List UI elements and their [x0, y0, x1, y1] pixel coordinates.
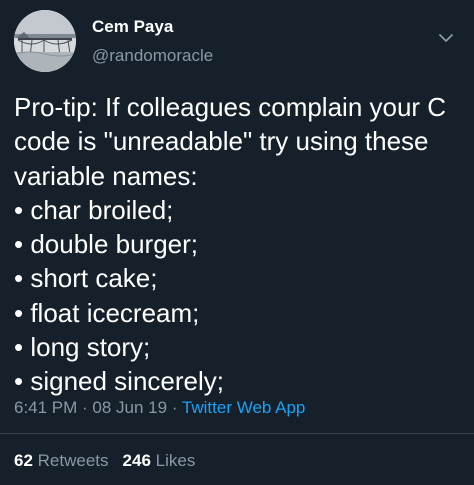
tweet-text-line: • double burger;: [14, 229, 199, 260]
retweets-stat[interactable]: 62 Retweets: [14, 451, 109, 470]
divider: [0, 433, 474, 434]
likes-count: 246: [122, 451, 151, 470]
avatar-image: [14, 10, 76, 72]
author-name[interactable]: Cem Paya: [92, 17, 173, 37]
tweet-date[interactable]: 08 Jun 19: [92, 398, 167, 417]
chevron-down-icon[interactable]: [436, 28, 456, 48]
tweet-text-line: • short cake;: [14, 263, 158, 294]
tweet-stats: 62 Retweets 246 Likes: [14, 451, 195, 471]
avatar[interactable]: [14, 10, 76, 72]
tweet-text-line: • long story;: [14, 332, 151, 363]
author-handle[interactable]: @randomoracle: [92, 46, 213, 66]
retweets-count: 62: [14, 451, 33, 470]
tweet-text-line: variable names:: [14, 160, 198, 191]
tweet-text-line: • char broiled;: [14, 194, 174, 225]
likes-stat[interactable]: 246 Likes: [123, 451, 196, 470]
tweet-card: Cem Paya @randomoracle Pro-tip: If colle…: [0, 0, 474, 485]
tweet-text-line: code is "unreadable" try using these: [14, 126, 429, 157]
meta-separator: ·: [77, 398, 93, 417]
tweet-text: Pro-tip: If colleagues complain your C c…: [14, 90, 466, 399]
tweet-time[interactable]: 6:41 PM: [14, 398, 77, 417]
meta-separator: ·: [167, 398, 182, 417]
tweet-source-link[interactable]: Twitter Web App: [182, 398, 305, 417]
tweet-meta: 6:41 PM · 08 Jun 19 · Twitter Web App: [14, 398, 305, 418]
retweets-label: Retweets: [37, 451, 109, 470]
tweet-text-line: Pro-tip: If colleagues complain your C: [14, 92, 447, 122]
tweet-text-line: • signed sincerely;: [14, 366, 224, 397]
tweet-text-line: • float icecream;: [14, 297, 200, 328]
likes-label: Likes: [155, 451, 196, 470]
